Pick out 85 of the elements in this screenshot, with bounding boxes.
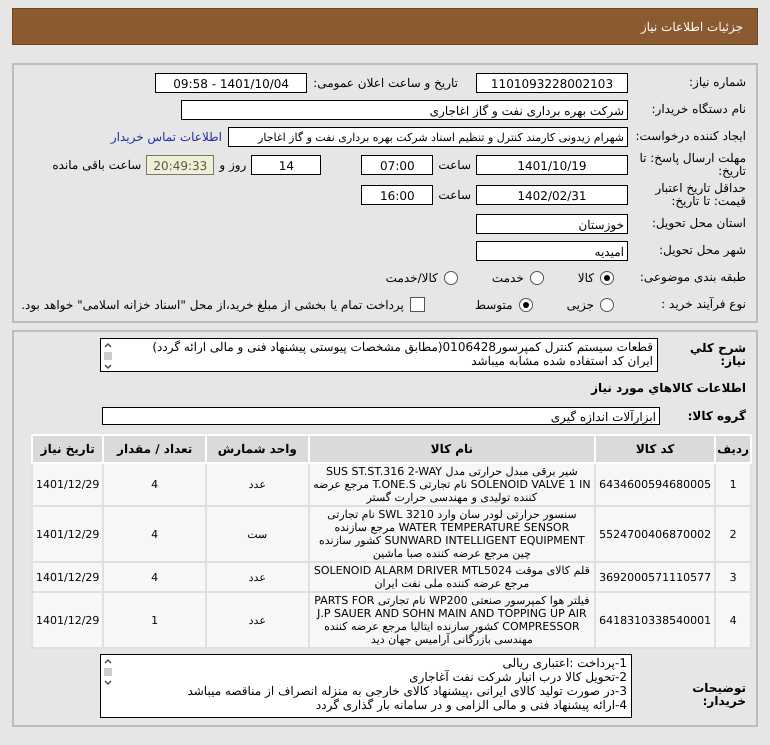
option-label: جزیی (566, 298, 594, 312)
field-label: نوع فرآیند خرید : (660, 298, 747, 311)
field-label: حداقل تاریخ اعتبار قیمت: تا تاریخ: (654, 182, 747, 208)
table-cell: قلم کالای موقت SOLENOID ALARM DRIVER MTL5024 مرجع عرضه کننده ملی نفت ایران (308, 562, 596, 592)
column-header: تعداد / مقدار (103, 435, 206, 463)
text-field[interactable]: خوزستان (476, 214, 628, 234)
field-label: طبقه بندی موضوعی: (638, 271, 747, 284)
table-cell: 4 (103, 463, 206, 506)
table-cell: 3 (715, 562, 751, 592)
table-cell: 1 (715, 463, 751, 506)
section-heading: اطلاعات کالاهاي مورد نياز (591, 381, 747, 395)
text-line: قطعات سیستم کنترل کمپرسور0106428(مطابق مشخصات پیوستی پیشنهاد فنی و مالی ارائه گردد) (151, 340, 653, 354)
option-label: پرداخت تمام یا بخشی از مبلغ خرید،از محل "اسناد خزانه اسلامی" خواهد بود. (21, 298, 404, 312)
radio-button[interactable] (600, 270, 614, 284)
table-cell: 1401/12/29 (32, 506, 104, 562)
text-field[interactable]: شهرام زیدونی کارمند کنترل و تنظیم اسناد شرکت بهره برداری نفت و گاز اغاجار (228, 126, 628, 146)
table-cell: عدد (206, 463, 309, 506)
table-cell: شیر برقی مبدل حرارتی مدل SUS ST.ST.316 2-WAY SOLENOID VALVE 1 IN نام تجارتی T.ONE.S مرجع عرضه کننده تولیدی و مهندسی حرارت گستر (308, 463, 596, 506)
table-cell: 5524700406870002 (595, 506, 716, 562)
text-line: 4-ارائه پیشنهاد فنی و مالی الزامی و در سامانه بار گذاری گردد (314, 698, 627, 712)
field-label: روز و (219, 158, 246, 172)
contact-link[interactable]: اطلاعات تماس خریدار (110, 130, 222, 144)
option-label: کالا/خدمت (386, 270, 438, 284)
text-line: 1-پرداخت :اعتباری ریالی (501, 656, 627, 670)
text-field[interactable]: امیدیه (476, 240, 628, 260)
column-header: نام کالا (308, 435, 596, 463)
radio-button[interactable] (600, 298, 614, 312)
table-cell: 3692000571110577 (595, 562, 716, 592)
table-cell: 4 (103, 506, 206, 562)
column-header: کد کالا (595, 435, 716, 463)
text-area[interactable] (100, 654, 632, 718)
scrollbar-icon (103, 657, 113, 687)
option-label: خدمت (492, 270, 524, 284)
page-title: جزئیات اطلاعات نیاز (640, 20, 743, 34)
field-label: ساعت (438, 158, 471, 172)
checkbox[interactable] (410, 297, 425, 312)
text-line: ایران کد استفاده شده مشابه میباشد (470, 354, 653, 368)
field-label: توضیحات خریدار: (691, 680, 747, 708)
table-cell: 2 (715, 506, 751, 562)
field-label: شماره نیاز: (688, 76, 747, 89)
field-label: ساعت (438, 188, 471, 202)
field-label: ایجاد کننده درخواست: (634, 130, 747, 143)
column-header: تاریخ نیاز (32, 435, 104, 463)
option-label: متوسط (474, 298, 513, 312)
table-cell: 4 (103, 562, 206, 592)
time-field[interactable]: 07:00 (361, 155, 434, 175)
field-label: گروه کالا: (686, 410, 747, 422)
table-cell: فیلتر هوا کمپرسور صنعتی WP200 نام تجارتی PARTS FOR J.P SAUER AND SOHN MAIN AND TOPPING UP AIR COMPRESSOR کشور سازنده ایتالیا مرجع عرضه کننده مهندسی بازرگانی آرامیس جهان دید (308, 592, 596, 648)
date-field[interactable]: 1401/10/19 (476, 155, 628, 175)
table-cell: 4 (715, 592, 751, 648)
table-cell: 6434600594680005 (595, 463, 716, 506)
table-cell: سنسور حرارتی لودر سان وارد SWL 3210 نام تجارتی WATER TEMPERATURE SENSOR مرجع سازنده SUNWARD INTELLIGENT EQUIPMENT کشور سازنده چین مرجع عرضه کننده صبا ماشین (308, 506, 596, 562)
table-cell: 1 (103, 592, 206, 648)
radio-button[interactable] (518, 298, 533, 312)
radio-button[interactable] (530, 270, 544, 284)
option-label: کالا (578, 270, 594, 284)
table-cell: عدد (206, 592, 309, 648)
field-label: تاریخ و ساعت اعلان عمومی: (313, 76, 458, 90)
column-header: واحد شمارش (206, 435, 309, 463)
radio-button[interactable] (444, 270, 458, 284)
table-cell: ست (206, 506, 309, 562)
text-field[interactable]: شرکت بهره برداری نفت و گاز اغاجاری (181, 100, 628, 120)
field-label: شرح کلي نياز: (688, 342, 747, 368)
text-area[interactable]: قطعات سیستم کنترل کمپرسور0106428(مطابق مشخصات پیوستی پیشنهاد فنی و مالی ارائه گردد) ایران کد استفاده شده مشابه میباشد (100, 338, 658, 372)
countdown-field[interactable]: 20:49:33 (146, 155, 214, 175)
field-label: نام دستگاه خریدار: (650, 103, 747, 116)
column-header: ردیف (715, 435, 751, 463)
table-cell: 6418310338540001 (595, 592, 716, 648)
text-line: 2-تحویل کالا درب انبار شرکت نفت آغاجاری (408, 670, 627, 684)
text-field[interactable]: 1401/10/04 - 09:58 (155, 72, 308, 92)
date-field[interactable]: 1402/02/31 (476, 185, 628, 205)
days-field[interactable]: 14 (251, 155, 322, 175)
text-field[interactable]: 1101093228002103 (476, 72, 628, 92)
text-field[interactable]: ابزارآلات اندازه گیری (102, 407, 660, 425)
scrollbar-icon (103, 341, 113, 371)
field-label: شهر محل تحویل: (658, 244, 747, 257)
field-label: ساعت باقی مانده (52, 158, 142, 172)
text-line: 3-در صورت تولید کالای ایرانی ،پیشنهاد کالای خارجی به منزله انصراف از مناقصه میباشد (186, 684, 627, 698)
table-cell: 1401/12/29 (32, 562, 104, 592)
table-cell: 1401/12/29 (32, 592, 104, 648)
field-label: مهلت ارسال پاسخ: تا تاریخ: (638, 152, 747, 178)
table-cell: 1401/12/29 (32, 463, 104, 506)
field-label: استان محل تحویل: (650, 217, 747, 230)
table-cell: عدد (206, 562, 309, 592)
time-field[interactable]: 16:00 (361, 185, 434, 205)
